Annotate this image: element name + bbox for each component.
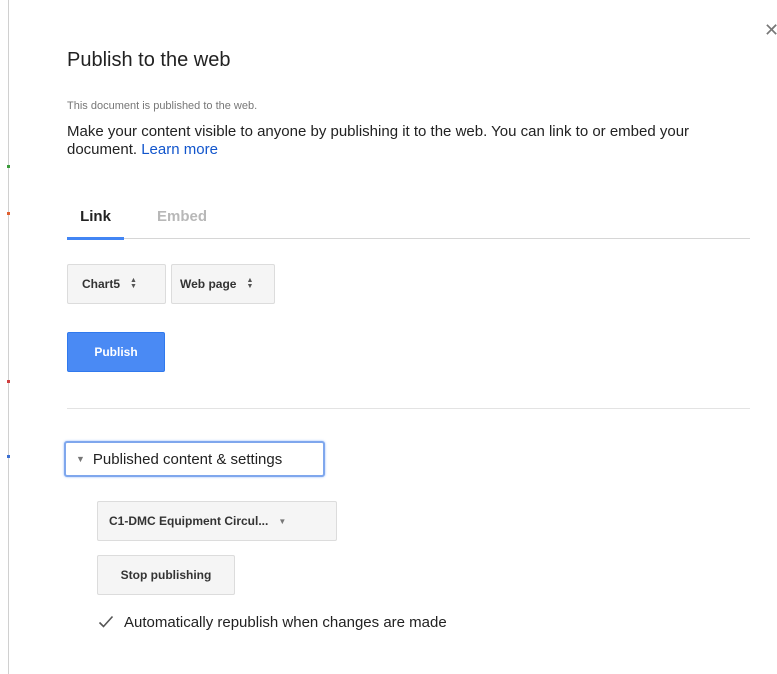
published-document-select[interactable]: C1-DMC Equipment Circul... ▼	[97, 501, 337, 541]
auto-republish-option[interactable]: Automatically republish when changes are…	[97, 612, 447, 632]
edge-marker-red	[7, 380, 10, 383]
tab-embed[interactable]: Embed	[157, 208, 207, 225]
publish-button[interactable]: Publish	[67, 332, 165, 372]
caret-down-icon: ▼	[76, 454, 85, 464]
page: ✕ Publish to the web This document is pu…	[0, 0, 777, 674]
dialog-title: Publish to the web	[67, 49, 231, 71]
published-settings-toggle[interactable]: ▼ Published content & settings	[64, 441, 325, 477]
learn-more-link[interactable]: Learn more	[141, 141, 218, 158]
format-select-value: Web page	[180, 277, 237, 291]
sheet-select[interactable]: Chart5 ▲ ▼	[67, 264, 166, 304]
edge-marker-orange	[7, 212, 10, 215]
sheet-select-value: Chart5	[82, 277, 121, 291]
publish-dialog: Publish to the web This document is publ…	[64, 0, 750, 674]
tab-bar: Link Embed	[67, 198, 750, 240]
edge-marker-green	[7, 165, 10, 168]
check-icon	[98, 615, 114, 628]
edge-marker-blue	[7, 455, 10, 458]
left-edge-border	[8, 0, 9, 674]
settings-toggle-label: Published content & settings	[92, 450, 283, 468]
document-select-value: C1-DMC Equipment Circul...	[109, 514, 269, 528]
stop-publishing-button[interactable]: Stop publishing	[97, 555, 235, 595]
updown-arrows-icon: ▲ ▼	[246, 277, 254, 290]
auto-republish-label: Automatically republish when changes are…	[124, 613, 447, 631]
dialog-description: Make your content visible to anyone by p…	[67, 123, 737, 159]
format-select[interactable]: Web page ▲ ▼	[171, 264, 275, 304]
close-icon[interactable]: ✕	[764, 22, 777, 38]
updown-arrows-icon: ▲ ▼	[130, 277, 137, 290]
section-divider	[67, 408, 750, 409]
published-status-note: This document is published to the web.	[67, 100, 258, 112]
dropdown-arrow-icon: ▼	[278, 516, 287, 526]
auto-republish-checkbox[interactable]	[97, 613, 115, 631]
tab-link[interactable]: Link	[67, 208, 124, 240]
